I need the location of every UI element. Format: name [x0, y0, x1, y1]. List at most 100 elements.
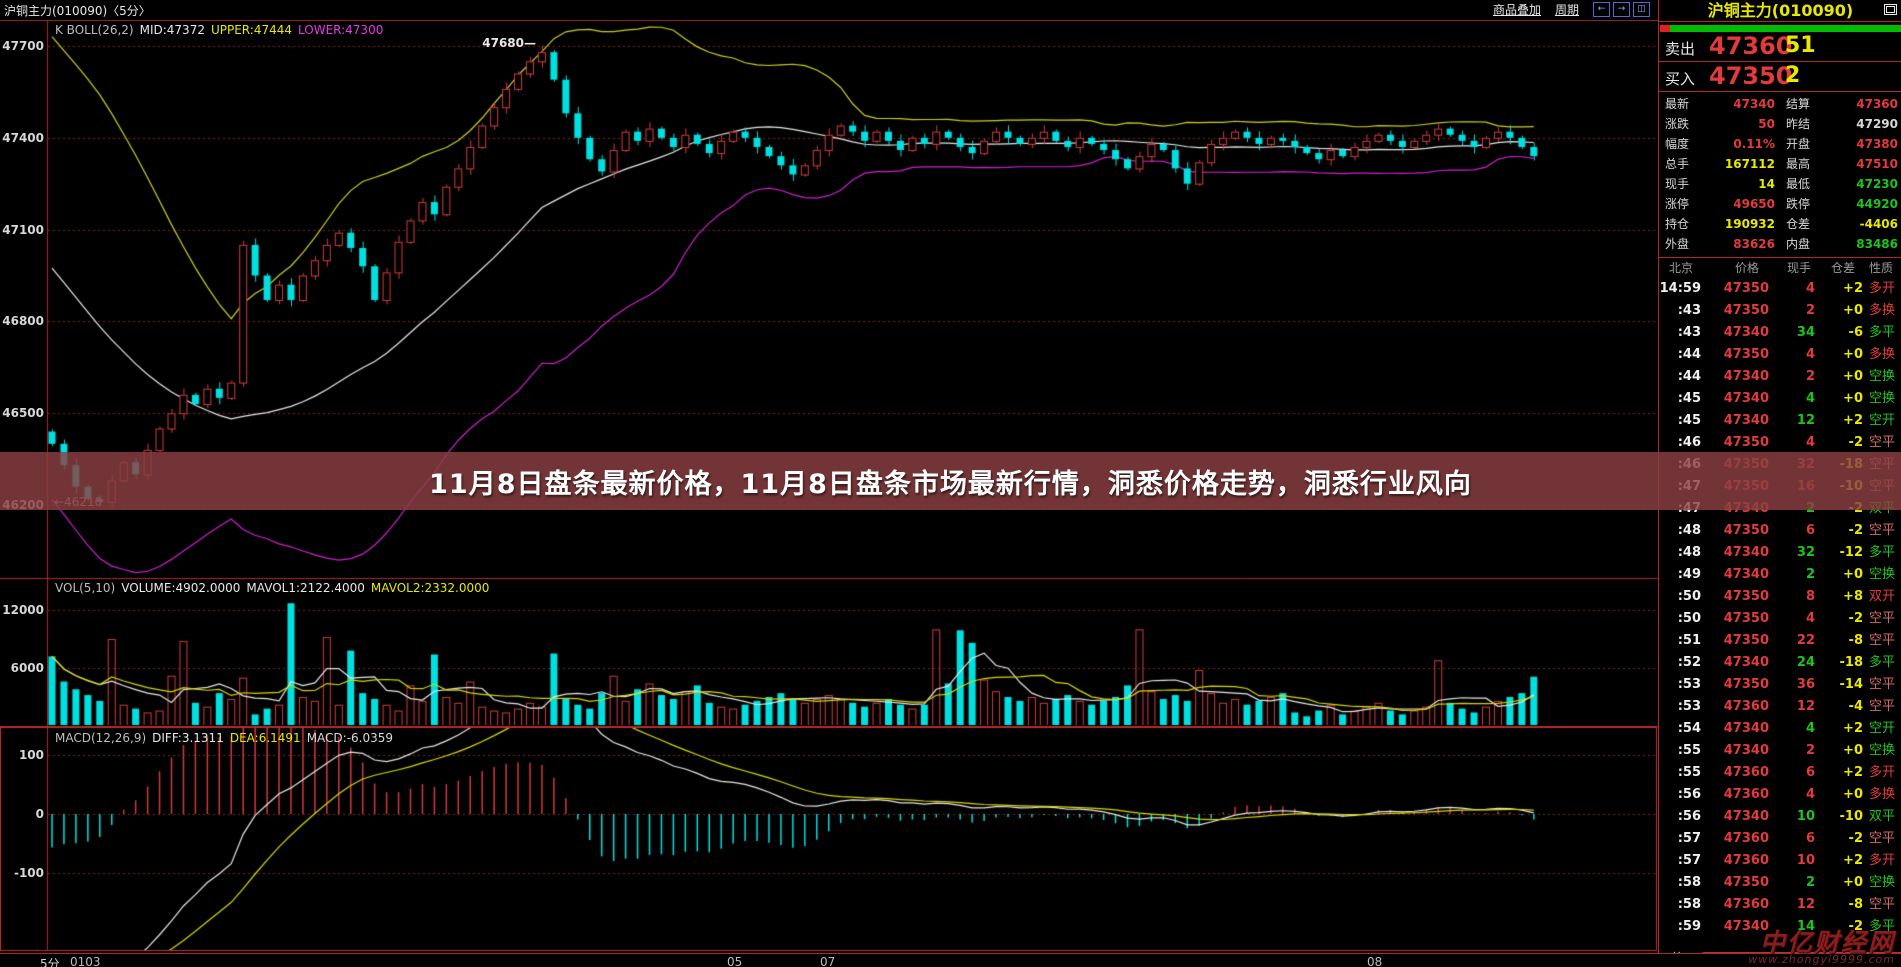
trade-lots: 34 — [1771, 322, 1815, 344]
stat-label: 最高 — [1786, 154, 1810, 174]
trade-lots: 4 — [1771, 432, 1815, 454]
stat-value: 14 — [1717, 174, 1775, 194]
trade-time: :49 — [1659, 564, 1701, 586]
tape-row[interactable]: :53 47350 36 -14 空平 — [1659, 674, 1901, 696]
timeline-label: 07 — [820, 955, 835, 967]
tape-row[interactable]: :50 47350 8 +8 双开 — [1659, 586, 1901, 608]
open-interest-delta: +0 — [1817, 300, 1863, 322]
trade-price: 47340 — [1705, 652, 1769, 674]
stat-label: 涨跌 — [1665, 114, 1689, 134]
volume-axis-label: 6000 — [0, 660, 44, 676]
tape-row[interactable]: 14:59 47350 4 +2 多开 — [1659, 278, 1901, 300]
tape-row[interactable]: :50 47350 4 -2 空平 — [1659, 608, 1901, 630]
tape-row[interactable]: :53 47360 12 -4 空平 — [1659, 696, 1901, 718]
bid-label: 买入 — [1665, 68, 1695, 89]
stat-row: 幅度 0.11% 开盘 47380 — [1659, 134, 1901, 154]
trade-lots: 4 — [1771, 344, 1815, 366]
stat-value: 0.11% — [1717, 134, 1775, 154]
open-interest-delta: -2 — [1817, 828, 1863, 850]
tape-row[interactable]: :48 47340 32 -12 多平 — [1659, 542, 1901, 564]
open-interest-delta: +0 — [1817, 740, 1863, 762]
tape-header: 北京价格现手仓差性质 — [1659, 258, 1901, 278]
trade-lots: 2 — [1771, 740, 1815, 762]
stat-value: 47360 — [1828, 94, 1898, 114]
tape-row[interactable]: :56 47340 10 -10 双平 — [1659, 806, 1901, 828]
trade-nature: 多平 — [1869, 652, 1895, 674]
stat-value: 83626 — [1717, 234, 1775, 254]
time-and-sales-list: 14:59 47350 4 +2 多开 :43 47350 2 +0 多换 :4… — [1659, 278, 1901, 938]
tape-row[interactable]: :48 47350 6 -2 空平 — [1659, 520, 1901, 542]
trade-price: 47350 — [1705, 872, 1769, 894]
price-axis-label: 46500 — [0, 405, 44, 421]
trade-price: 47350 — [1705, 674, 1769, 696]
tape-row[interactable]: :43 47350 2 +0 多换 — [1659, 300, 1901, 322]
open-interest-delta: -2 — [1817, 608, 1863, 630]
ask-row[interactable]: 卖出 47360 51 — [1659, 32, 1901, 62]
trade-nature: 多平 — [1869, 542, 1895, 564]
trade-time: :50 — [1659, 586, 1701, 608]
stat-label: 最低 — [1786, 174, 1810, 194]
tape-row[interactable]: :44 47350 4 +0 多换 — [1659, 344, 1901, 366]
tape-row[interactable]: :58 47350 2 +0 空换 — [1659, 872, 1901, 894]
trade-lots: 10 — [1771, 806, 1815, 828]
tape-row[interactable]: :55 47340 2 +0 空换 — [1659, 740, 1901, 762]
tape-row[interactable]: :45 47340 4 +0 空换 — [1659, 388, 1901, 410]
bid-quantity: 2 — [1785, 63, 1800, 88]
stat-row: 最新 47340 结算 47360 — [1659, 94, 1901, 114]
stat-label: 内盘 — [1786, 234, 1810, 254]
stat-row: 总手 167112 最高 47510 — [1659, 154, 1901, 174]
tape-row[interactable]: :57 47360 10 +2 多开 — [1659, 850, 1901, 872]
open-interest-delta: -8 — [1817, 894, 1863, 916]
timeline-label: 08 — [1367, 955, 1382, 967]
stat-value: 47340 — [1717, 94, 1775, 114]
open-interest-delta: +2 — [1817, 762, 1863, 784]
watermark-url: www.zhongyi9999.com — [1748, 955, 1895, 965]
tape-row[interactable]: :46 47350 4 -2 空平 — [1659, 432, 1901, 454]
trade-lots: 2 — [1771, 300, 1815, 322]
prev-arrow-icon[interactable]: ← — [1593, 2, 1610, 17]
next-arrow-icon[interactable]: → — [1613, 2, 1630, 17]
tape-row[interactable]: :49 47340 2 +0 空换 — [1659, 564, 1901, 586]
macd-indicator-header: MACD(12,26,9)DIFF:3.1311DEA:6.1491MACD:-… — [55, 731, 399, 745]
tape-row[interactable]: :56 47360 4 +0 多换 — [1659, 784, 1901, 806]
maximize-icon[interactable] — [1884, 4, 1897, 15]
open-interest-delta: -2 — [1817, 520, 1863, 542]
tape-row[interactable]: :52 47340 24 -18 多平 — [1659, 652, 1901, 674]
trade-nature: 空换 — [1869, 872, 1895, 894]
indicator-segment: MAVOL2:2332.0000 — [371, 581, 490, 595]
trade-nature: 空平 — [1869, 432, 1895, 454]
trade-price: 47360 — [1705, 696, 1769, 718]
overlay-link[interactable]: 商品叠加 — [1493, 1, 1541, 18]
price-axis-label: 47700 — [0, 38, 44, 54]
trade-price: 47350 — [1705, 630, 1769, 652]
indicator-segment: K BOLL(26,2) — [55, 23, 134, 37]
macd-axis-label: -100 — [0, 865, 44, 881]
tape-row[interactable]: :57 47360 6 -2 空平 — [1659, 828, 1901, 850]
trade-nature: 多换 — [1869, 344, 1895, 366]
open-interest-delta: -12 — [1817, 542, 1863, 564]
bid-row[interactable]: 买入 47350 2 — [1659, 62, 1901, 92]
tape-row[interactable]: :43 47340 34 -6 多平 — [1659, 322, 1901, 344]
trade-nature: 多换 — [1869, 300, 1895, 322]
indicator-segment: VOL(5,10) — [55, 581, 115, 595]
open-interest-delta: -10 — [1817, 806, 1863, 828]
tape-row[interactable]: :55 47360 6 +2 多开 — [1659, 762, 1901, 784]
trade-nature: 多开 — [1869, 850, 1895, 872]
stat-value: 47230 — [1828, 174, 1898, 194]
trade-price: 47340 — [1705, 542, 1769, 564]
trade-price: 47340 — [1705, 322, 1769, 344]
stat-value: 47290 — [1828, 114, 1898, 134]
period-link[interactable]: 周期 — [1555, 1, 1579, 18]
tape-row[interactable]: :45 47340 12 +2 空开 — [1659, 410, 1901, 432]
open-interest-delta: +2 — [1817, 278, 1863, 300]
trade-nature: 双开 — [1869, 586, 1895, 608]
tape-row[interactable]: :44 47340 2 +0 空换 — [1659, 366, 1901, 388]
contract-title: 沪铜主力(010090) — [1659, 0, 1901, 21]
quote-stats: 最新 47340 结算 47360 涨跌 50 昨结 47290 幅度 0.11… — [1659, 92, 1901, 258]
stat-value: 47510 — [1828, 154, 1898, 174]
split-window-icon[interactable]: ◫ — [1633, 2, 1650, 17]
tape-row[interactable]: :51 47350 22 -8 空平 — [1659, 630, 1901, 652]
tape-row[interactable]: :54 47340 4 +2 空开 — [1659, 718, 1901, 740]
tape-row[interactable]: :58 47360 12 -8 空平 — [1659, 894, 1901, 916]
stat-value: 167112 — [1717, 154, 1775, 174]
